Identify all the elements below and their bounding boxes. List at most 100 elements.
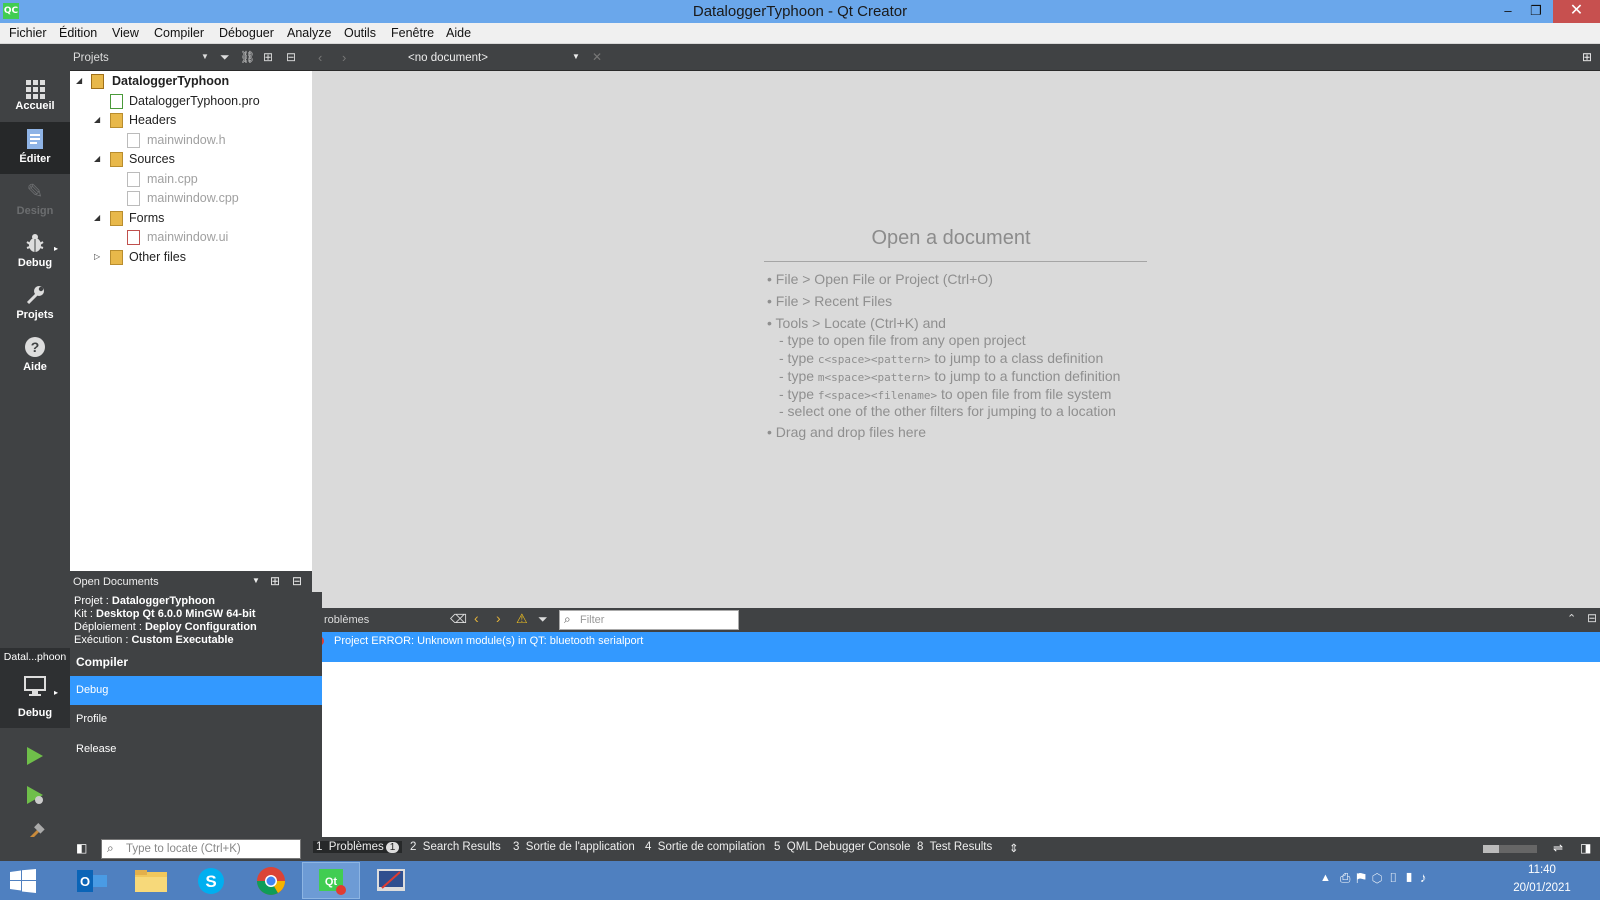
close-pane-icon[interactable]: ⊟	[286, 50, 296, 64]
windows-start-icon[interactable]	[10, 869, 36, 896]
tab-sortie-application[interactable]: 3 Sortie de l'application	[513, 841, 635, 853]
tree-item-sources[interactable]: ◢ Sources	[70, 149, 312, 169]
more-tabs-icon[interactable]: ⇕	[1009, 841, 1019, 855]
taskbar-skype[interactable]: S	[182, 862, 240, 899]
menu-fichier[interactable]: Fichier	[9, 26, 47, 40]
chevron-down-icon[interactable]: ▼	[252, 576, 260, 585]
skype-icon: S	[198, 868, 224, 894]
debug-run-button[interactable]	[24, 784, 46, 809]
tree-item-forms[interactable]: ◢ Forms	[70, 208, 312, 228]
kit-popup: Projet : DataloggerTyphoon Kit : Desktop…	[70, 592, 322, 837]
warning-icon[interactable]: ⚠	[516, 611, 528, 627]
tree-item-mainwindow-h[interactable]: mainwindow.h	[70, 130, 312, 150]
mode-accueil[interactable]: Accueil	[0, 70, 70, 122]
document-selector[interactable]: <no document>	[408, 52, 488, 64]
back-arrow-icon[interactable]: ‹	[318, 50, 322, 65]
menu-deboguer[interactable]: Déboguer	[219, 26, 274, 40]
edit-document-icon	[22, 128, 48, 152]
tree-item-other-files[interactable]: ▷ Other files	[70, 247, 312, 267]
mode-design[interactable]: ✎ Design	[0, 174, 70, 226]
close-pane-icon[interactable]: ⊟	[292, 574, 302, 588]
tab-qml-debugger-console[interactable]: 5 QML Debugger Console	[774, 841, 910, 853]
expanded-arrow-icon[interactable]: ◢	[94, 149, 100, 169]
split-icon[interactable]: ⊞	[263, 50, 273, 64]
forward-arrow-icon[interactable]: ›	[342, 50, 346, 65]
run-button[interactable]	[24, 745, 46, 770]
taskbar-file-explorer[interactable]	[122, 862, 180, 899]
mode-bar: Accueil Éditer ✎ Design Debug ▸ Projets …	[0, 44, 70, 859]
editor-area[interactable]: Open a document • File > Open File or Pr…	[312, 71, 1600, 608]
chevron-down-icon[interactable]: ▼	[572, 52, 580, 61]
progress-slider[interactable]	[1483, 845, 1537, 853]
menu-compiler[interactable]: Compiler	[154, 26, 204, 40]
chrome-icon	[257, 867, 285, 895]
chevron-down-icon[interactable]: ▼	[201, 52, 209, 61]
output-toggle-icon[interactable]: ◨	[1580, 841, 1591, 855]
tree-item-mainwindow-cpp[interactable]: mainwindow.cpp	[70, 188, 312, 208]
system-tray-icons[interactable]: ⎙⚑⬡▯▮♪	[1340, 870, 1433, 886]
filter-icon[interactable]: ⏷	[220, 50, 230, 65]
filter-input[interactable]: ⌕ Filter	[559, 610, 739, 630]
bug-icon	[22, 232, 48, 256]
tree-item-mainwindow-ui[interactable]: mainwindow.ui	[70, 227, 312, 247]
grid-icon	[25, 80, 45, 99]
clean-icon[interactable]: ⌫	[450, 612, 467, 626]
progress-toggle-icon[interactable]: ⇌	[1553, 841, 1563, 855]
issues-list[interactable]	[312, 632, 1600, 837]
tab-test-results[interactable]: 8 Test Results	[917, 841, 992, 853]
debug-run-icon	[27, 786, 43, 804]
projects-view-selector[interactable]: Projets	[73, 52, 109, 64]
build-option-profile[interactable]: Profile	[70, 705, 322, 734]
folder-icon	[110, 113, 123, 128]
restore-button[interactable]: ❐	[1522, 0, 1550, 23]
menu-outils[interactable]: Outils	[344, 26, 376, 40]
build-option-debug[interactable]: Debug	[70, 676, 322, 705]
filter-icon[interactable]: ⏷	[538, 612, 548, 627]
close-pane-icon[interactable]: ⊟	[1587, 611, 1597, 625]
maximize-pane-icon[interactable]: ⌃	[1567, 612, 1576, 625]
mode-editer[interactable]: Éditer	[0, 122, 70, 174]
close-button[interactable]: ✕	[1553, 0, 1600, 23]
open-documents-selector[interactable]: Open Documents	[73, 576, 159, 588]
monitor-icon	[22, 675, 48, 697]
menu-analyze[interactable]: Analyze	[287, 26, 331, 40]
close-document-icon[interactable]: ✕	[592, 50, 602, 64]
locator-input[interactable]: ⌕ Type to locate (Ctrl+K)	[101, 839, 301, 859]
expanded-arrow-icon[interactable]: ◢	[94, 110, 100, 130]
previous-item-icon[interactable]: ‹	[474, 610, 479, 626]
build-option-release[interactable]: Release	[70, 735, 322, 764]
menu-fenetre[interactable]: Fenêtre	[391, 26, 434, 40]
taskbar-chrome[interactable]	[242, 862, 300, 899]
menu-aide[interactable]: Aide	[446, 26, 471, 40]
tree-item-project[interactable]: ◢ DataloggerTyphoon	[70, 71, 312, 91]
mode-aide[interactable]: ? Aide	[0, 330, 70, 382]
tree-item-pro-file[interactable]: DataloggerTyphoon.pro	[70, 91, 312, 111]
search-icon: ⌕	[564, 612, 571, 626]
tree-item-headers[interactable]: ◢ Headers	[70, 110, 312, 130]
tree-item-main-cpp[interactable]: main.cpp	[70, 169, 312, 189]
output-toolbar: roblèmes ⌫ ‹ › ⚠ ⏷ ⌃ ⊟	[312, 608, 1600, 632]
taskbar-qt-designer[interactable]	[362, 862, 420, 899]
collapsed-arrow-icon[interactable]: ▷	[94, 247, 100, 267]
folder-icon	[110, 250, 123, 265]
split-editor-icon[interactable]: ⊞	[1582, 50, 1592, 64]
link-icon[interactable]: ⛓	[240, 50, 255, 64]
toggle-sidebar-icon[interactable]: ◧	[76, 841, 87, 855]
expanded-arrow-icon[interactable]: ◢	[76, 71, 82, 91]
mode-debug[interactable]: Debug ▸	[0, 226, 70, 278]
tab-search-results[interactable]: 2 Search Results	[410, 841, 501, 853]
tab-problemes[interactable]: 1 Problèmes 1	[313, 841, 403, 853]
taskbar-qt-creator[interactable]: Qt	[302, 862, 360, 899]
issue-row[interactable]: Project ERROR: Unknown module(s) in QT: …	[312, 632, 1600, 662]
expanded-arrow-icon[interactable]: ◢	[94, 208, 100, 228]
tray-overflow-icon[interactable]: ▲	[1320, 872, 1331, 884]
next-item-icon[interactable]: ›	[496, 610, 501, 626]
taskbar-outlook[interactable]: O	[62, 862, 120, 899]
minimize-button[interactable]: –	[1494, 0, 1522, 23]
menu-view[interactable]: View	[112, 26, 139, 40]
hint-locate: • Tools > Locate (Ctrl+K) and	[767, 315, 946, 331]
menu-edition[interactable]: Édition	[59, 26, 97, 40]
tab-sortie-compilation[interactable]: 4 Sortie de compilation	[645, 841, 765, 853]
split-icon[interactable]: ⊞	[270, 574, 280, 588]
mode-projets[interactable]: Projets	[0, 278, 70, 330]
